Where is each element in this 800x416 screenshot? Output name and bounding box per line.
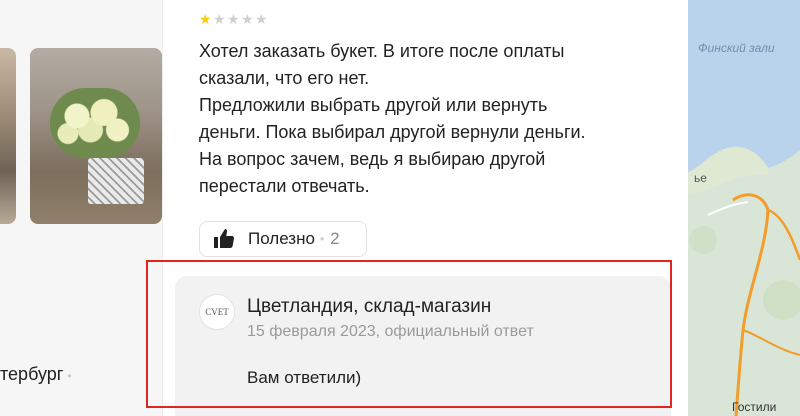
map-graphic — [688, 0, 800, 416]
thumbs-up-icon — [214, 229, 235, 248]
review-photo-2[interactable] — [30, 48, 162, 224]
photo-gallery-area: тербург • — [0, 0, 162, 416]
review-panel: ★★★★★ Хотел заказать букет. В итоге посл… — [162, 0, 689, 416]
separator-dot: • — [319, 232, 325, 246]
org-name[interactable]: Цветландия, склад-магазин — [247, 296, 491, 318]
avatar-logo-text: CVET — [205, 307, 229, 317]
review-text: Хотел заказать букет. В итоге после опла… — [199, 38, 669, 200]
review-text-line: Хотел заказать букет. В итоге после опла… — [199, 41, 565, 61]
review-photo-1[interactable] — [0, 48, 16, 224]
star-empty-icon: ★ — [255, 11, 268, 27]
rating-stars: ★★★★★ — [199, 12, 269, 26]
useful-label: Полезно — [248, 229, 315, 248]
useful-button[interactable]: Полезно • 2 — [199, 221, 367, 257]
city-label: тербург • — [0, 364, 72, 385]
map-panel[interactable]: Финский зали ье Гостили — [688, 0, 800, 416]
useful-count: 2 — [330, 229, 340, 248]
city-text: тербург — [0, 364, 64, 384]
star-filled-icon: ★ — [199, 11, 212, 27]
org-avatar[interactable]: CVET — [199, 294, 235, 330]
star-empty-icon: ★ — [213, 11, 226, 27]
review-text-line: деньги. Пока выбирал другой вернули день… — [199, 122, 586, 142]
review-text-line: На вопрос зачем, ведь я выбираю другой — [199, 149, 546, 169]
review-text-line: перестали отвечать. — [199, 176, 370, 196]
star-empty-icon: ★ — [241, 11, 254, 27]
flower-bouquet-image — [50, 88, 140, 158]
map-label-bottom: Гостили — [732, 400, 777, 414]
review-text-line: Предложили выбрать другой или вернуть — [199, 95, 548, 115]
answer-meta: 15 февраля 2023, официальный ответ — [247, 323, 534, 340]
review-text-line: сказали, что его нет. — [199, 68, 370, 88]
answer-text: Вам ответили) — [247, 368, 362, 387]
separator-dot: • — [67, 369, 72, 383]
map-label-fragment: ье — [694, 171, 707, 185]
star-empty-icon: ★ — [227, 11, 240, 27]
basket-image — [88, 158, 144, 204]
map-label-sea: Финский зали — [698, 41, 775, 55]
official-answer: CVET Цветландия, склад-магазин 15 феврал… — [175, 276, 671, 416]
